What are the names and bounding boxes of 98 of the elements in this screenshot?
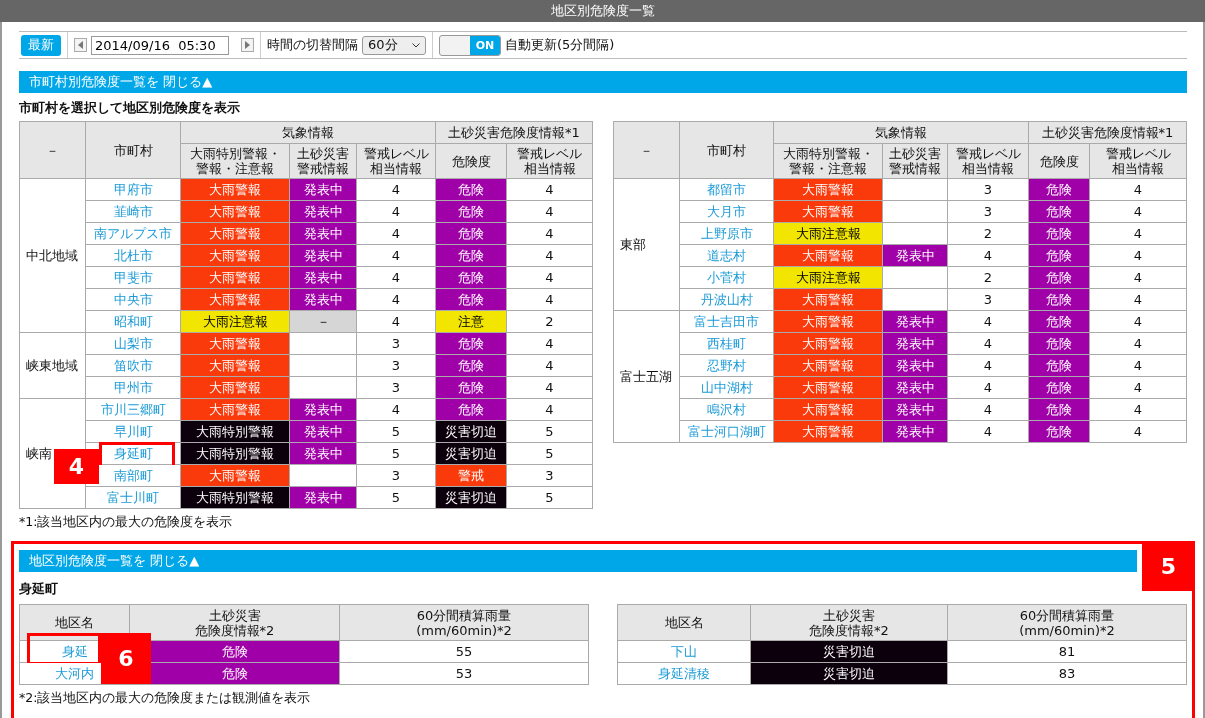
municipality-link[interactable]: 鳴沢村 bbox=[707, 401, 746, 417]
district-link[interactable]: 下山 bbox=[671, 643, 697, 659]
rainfall-cell: 83 bbox=[947, 662, 1187, 685]
municipality-link[interactable]: 山中湖村 bbox=[700, 379, 753, 395]
municipality-link[interactable]: 中央市 bbox=[113, 291, 153, 307]
municipality-link[interactable]: 西桂町 bbox=[707, 335, 746, 351]
column-header: 相当情報 bbox=[1111, 161, 1165, 176]
municipality-link[interactable]: 市川三郷町 bbox=[100, 401, 166, 417]
previous-button[interactable] bbox=[74, 38, 87, 52]
column-header: 警戒情報 bbox=[296, 161, 350, 176]
municipality-link[interactable]: 小菅村 bbox=[707, 269, 746, 285]
auto-update-label: 自動更新(5分間隔) bbox=[505, 36, 615, 54]
column-header: 土砂災害 bbox=[888, 146, 942, 161]
column-header: 地区名 bbox=[54, 615, 95, 630]
column-header: (mm/60min)*2 bbox=[415, 622, 513, 638]
municipality-link[interactable]: 甲州市 bbox=[113, 379, 153, 395]
municipality-link[interactable]: 甲府市 bbox=[113, 181, 153, 197]
window-title: 地区別危険度一覧 bbox=[0, 0, 1205, 22]
callout-badge: 6 bbox=[101, 633, 151, 684]
column-header: 警報・注意報 bbox=[788, 161, 868, 176]
column-group-header: 気象情報 bbox=[180, 121, 436, 144]
municipality-link[interactable]: 韮崎市 bbox=[113, 203, 153, 219]
region-cell: 峡東地域 bbox=[19, 332, 86, 399]
column-header: － bbox=[613, 121, 680, 179]
municipality-link[interactable]: 都留市 bbox=[707, 181, 746, 197]
column-header: 警戒レベル bbox=[1104, 146, 1172, 161]
footnote: *2:該当地区内の最大の危険度または観測値を表示 bbox=[19, 690, 312, 707]
municipality-link[interactable]: 丹波山村 bbox=[700, 291, 753, 307]
column-header: 危険度情報*2 bbox=[193, 622, 276, 638]
rainfall-cell: 55 bbox=[339, 640, 589, 663]
municipality-link[interactable]: 富士吉田市 bbox=[694, 313, 759, 329]
region-cell: 中北地域 bbox=[19, 178, 86, 333]
section-caption: 身延町 bbox=[19, 580, 59, 598]
region-cell: 富士五湖 bbox=[613, 310, 680, 443]
column-header: 警戒レベル bbox=[954, 146, 1022, 161]
municipality-link[interactable]: 笛吹市 bbox=[113, 357, 153, 373]
column-header: 相当情報 bbox=[961, 161, 1015, 176]
district-link[interactable]: 身延清稜 bbox=[658, 665, 710, 681]
municipality-link[interactable]: 南アルプス市 bbox=[94, 225, 172, 241]
district-link[interactable]: 大河内 bbox=[55, 665, 94, 681]
status-cell: 災害切迫 bbox=[750, 662, 948, 685]
column-header: 危険度情報*2 bbox=[808, 622, 890, 638]
district-link[interactable]: 身延 bbox=[61, 643, 88, 659]
right-triangle-icon bbox=[245, 41, 250, 49]
interval-label: 時間の切替間隔 bbox=[267, 36, 358, 54]
left-triangle-icon bbox=[78, 41, 83, 49]
municipality-link[interactable]: 富士川町 bbox=[107, 489, 159, 505]
column-header: 市町村 bbox=[85, 121, 181, 179]
interval-select[interactable]: 60分 bbox=[362, 35, 426, 55]
column-header: 危険度 bbox=[450, 153, 492, 169]
column-header: 警戒レベル bbox=[516, 146, 583, 161]
callout-badge: 4 bbox=[54, 449, 99, 484]
municipality-link[interactable]: 富士河口湖町 bbox=[687, 423, 766, 439]
column-header: 土砂災害 bbox=[207, 607, 262, 623]
next-button[interactable] bbox=[241, 38, 254, 52]
municipality-link[interactable]: 山梨市 bbox=[113, 335, 153, 351]
column-group-header: 土砂災害危険度情報*1 bbox=[435, 121, 593, 144]
column-header: 60分間積算雨量 bbox=[415, 607, 513, 623]
municipality-link[interactable]: 道志村 bbox=[707, 247, 746, 263]
column-header: 危険度 bbox=[1038, 153, 1080, 169]
column-header: 相当情報 bbox=[522, 161, 577, 176]
municipality-link[interactable]: 南部町 bbox=[113, 467, 153, 483]
collapse-bar[interactable]: 市町村別危険度一覧を 閉じる▲ bbox=[19, 71, 1187, 93]
column-header: 土砂災害 bbox=[296, 146, 350, 161]
municipality-link[interactable]: 大月市 bbox=[707, 203, 746, 219]
municipality-link[interactable]: 身延町 bbox=[113, 445, 153, 461]
rainfall-cell: 81 bbox=[947, 640, 1187, 663]
column-header: 警戒情報 bbox=[888, 161, 942, 176]
latest-button[interactable]: 最新 bbox=[21, 34, 61, 56]
municipality-link[interactable]: 甲斐市 bbox=[113, 269, 153, 285]
chevron-down-icon bbox=[412, 42, 420, 48]
column-header: (mm/60min)*2 bbox=[1018, 622, 1116, 638]
municipality-link[interactable]: 早川町 bbox=[113, 423, 153, 439]
municipality-link[interactable]: 北杜市 bbox=[113, 247, 153, 263]
section-caption: 市町村を選択して地区別危険度を表示 bbox=[19, 99, 241, 117]
status-cell: 災害切迫 bbox=[750, 640, 948, 663]
footnote: *1:該当地区内の最大の危険度を表示 bbox=[19, 514, 234, 531]
column-header: 大雨特別警報・ bbox=[781, 146, 875, 161]
column-header: 大雨特別警報・ bbox=[188, 146, 282, 161]
rainfall-cell: 53 bbox=[339, 662, 589, 685]
auto-update-toggle[interactable]: ON bbox=[439, 34, 501, 56]
callout-badge: 5 bbox=[1142, 541, 1195, 591]
column-header: － bbox=[19, 121, 86, 179]
column-group-header: 気象情報 bbox=[773, 121, 1029, 144]
column-group-header: 土砂災害危険度情報*1 bbox=[1028, 121, 1187, 144]
column-header: 地区名 bbox=[663, 615, 705, 630]
column-header: 警戒レベル bbox=[362, 146, 430, 161]
datetime-field[interactable]: 2014/09/16 05:30 bbox=[91, 35, 229, 55]
column-header: 市町村 bbox=[679, 121, 774, 179]
municipality-link[interactable]: 忍野村 bbox=[707, 357, 746, 373]
column-header: 土砂災害 bbox=[822, 607, 876, 623]
collapse-bar[interactable]: 地区別危険度一覧を 閉じる▲ bbox=[19, 550, 1137, 572]
municipality-link[interactable]: 昭和町 bbox=[113, 313, 153, 329]
column-header: 60分間積算雨量 bbox=[1018, 607, 1116, 623]
column-header: 警報・注意報 bbox=[195, 161, 275, 176]
municipality-link[interactable]: 上野原市 bbox=[700, 225, 753, 241]
column-header: 相当情報 bbox=[369, 161, 423, 176]
region-cell: 東部 bbox=[613, 178, 680, 311]
